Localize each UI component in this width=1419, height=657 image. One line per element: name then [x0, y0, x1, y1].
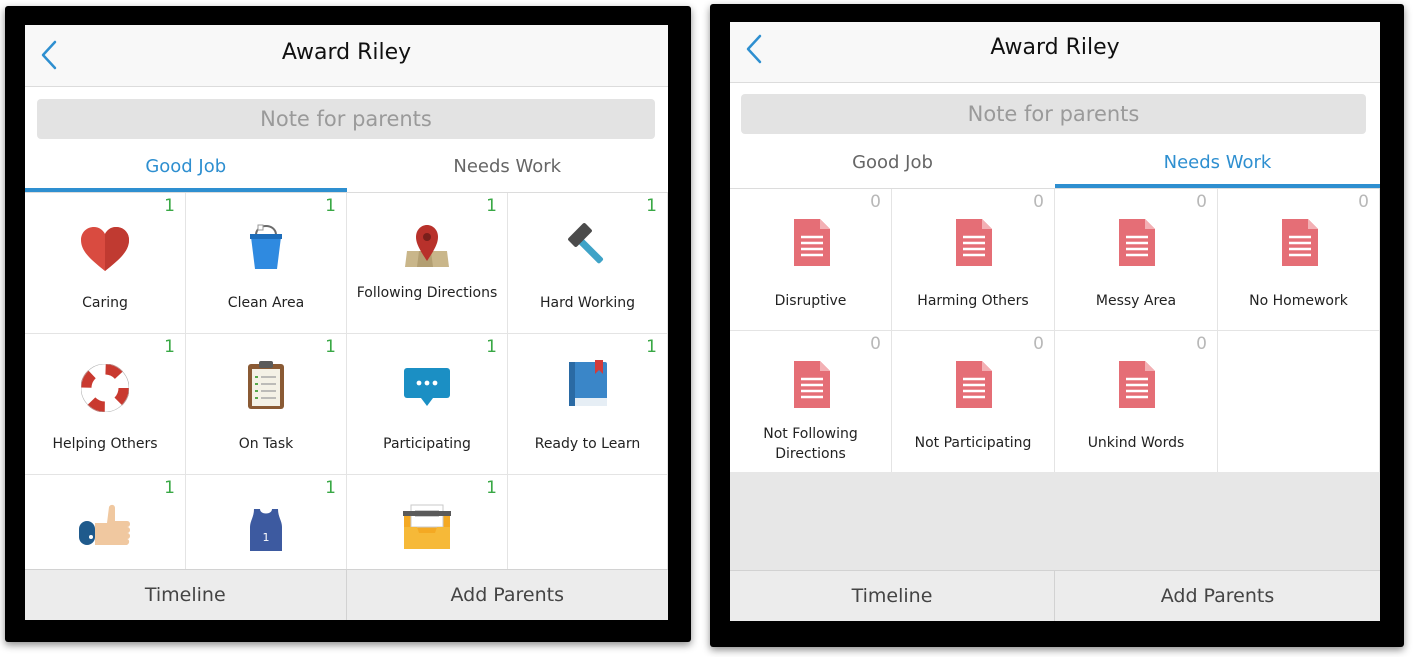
note-for-parents-input[interactable]: Note for parents	[37, 99, 655, 139]
timeline-button[interactable]: Timeline	[25, 570, 347, 620]
document-icon	[1281, 219, 1318, 266]
empty-area	[730, 472, 1380, 571]
note-for-parents-input[interactable]: Note for parents	[741, 94, 1366, 134]
behavior-tile[interactable]: 1 On Task	[186, 334, 347, 475]
behavior-count: 1	[164, 337, 175, 357]
bottom-bar: Timeline Add Parents	[730, 570, 1380, 621]
behavior-label: Helping Others	[52, 436, 158, 452]
behavior-tile[interactable]: 1 1	[186, 475, 347, 570]
bucket-icon	[250, 224, 282, 269]
behavior-count: 0	[870, 334, 881, 354]
behavior-tile[interactable]: 1 Caring	[25, 193, 186, 334]
behavior-count: 1	[164, 478, 175, 498]
behavior-count: 1	[486, 337, 497, 357]
behavior-grid: 1 Caring 1 Clean Area 1 Following Direct…	[25, 192, 668, 570]
behavior-label: Unkind Words	[1087, 435, 1185, 451]
behavior-label: Harming Others	[917, 293, 1029, 309]
behavior-tile[interactable]: 1 Following Directions	[347, 193, 508, 334]
page-title: Award Riley	[281, 40, 412, 65]
behavior-count: 1	[164, 196, 175, 216]
tab-good-job[interactable]: Good Job	[730, 149, 1055, 187]
behavior-label: Participating	[383, 436, 471, 452]
behavior-grid: 0 Disruptive 0 Harming Others 0 Messy Ar…	[730, 188, 1380, 473]
behavior-label: Disruptive	[774, 293, 847, 309]
behavior-tile[interactable]: 0 Messy Area	[1055, 189, 1218, 331]
inbox-tray-icon	[403, 504, 451, 549]
add-parents-button[interactable]: Add Parents	[1055, 571, 1380, 621]
behavior-count: 1	[646, 196, 657, 216]
timeline-button[interactable]: Timeline	[730, 571, 1055, 621]
tab-needs-work[interactable]: Needs Work	[1055, 149, 1380, 188]
life-ring-icon	[81, 364, 129, 412]
behavior-count: 1	[325, 337, 336, 357]
behavior-label: Messy Area	[1095, 293, 1177, 309]
heart-icon	[81, 227, 129, 271]
page-title: Award Riley	[990, 35, 1120, 60]
behavior-tile[interactable]: 1 Ready to Learn	[508, 334, 668, 475]
header: Award Riley	[25, 25, 668, 87]
behavior-tile[interactable]: 0 Not Participating	[892, 331, 1055, 473]
behavior-count: 0	[1033, 192, 1044, 212]
behavior-tile[interactable]: 1 Clean Area	[186, 193, 347, 334]
hammer-icon	[567, 223, 603, 264]
document-icon	[1119, 361, 1155, 408]
behavior-label: On Task	[238, 436, 294, 452]
right-screen: Award Riley Note for parents Good Job Ne…	[730, 22, 1380, 621]
behavior-count: 1	[646, 337, 657, 357]
chat-bubble-icon	[404, 368, 450, 406]
svg-text:1: 1	[263, 531, 270, 544]
document-icon	[956, 219, 992, 266]
behavior-count: 0	[1033, 334, 1044, 354]
jersey-icon: 1	[250, 509, 282, 551]
header: Award Riley	[730, 22, 1380, 83]
behavior-label: Not Following Directions	[763, 426, 858, 462]
behavior-tile[interactable]: 1 Participating	[347, 334, 508, 475]
behavior-label: Clean Area	[227, 295, 305, 311]
map-pin-icon	[405, 225, 449, 267]
behavior-label: Caring	[82, 295, 128, 311]
tab-needs-work[interactable]: Needs Work	[347, 153, 669, 191]
document-icon	[1119, 219, 1155, 266]
empty-tile	[1218, 331, 1380, 473]
tab-bar: Good Job Needs Work	[25, 153, 669, 192]
behavior-tile[interactable]: 0 Harming Others	[892, 189, 1055, 331]
behavior-tile[interactable]: 0 Unkind Words	[1055, 331, 1218, 473]
behavior-tile[interactable]: 1 Helping Others	[25, 334, 186, 475]
document-icon	[793, 361, 830, 408]
behavior-count: 1	[486, 478, 497, 498]
thumbs-up-icon	[79, 504, 130, 545]
left-screen: Award Riley Note for parents Good Job Ne…	[25, 25, 668, 620]
tab-bar: Good Job Needs Work	[730, 149, 1380, 188]
add-parents-button[interactable]: Add Parents	[347, 570, 669, 620]
clipboard-icon	[248, 361, 284, 409]
behavior-count: 1	[486, 196, 497, 216]
behavior-label: Following Directions	[356, 285, 498, 301]
behavior-label: Not Participating	[914, 435, 1032, 451]
behavior-tile[interactable]: 1 Hard Working	[508, 193, 668, 334]
behavior-count: 0	[870, 192, 881, 212]
tab-good-job[interactable]: Good Job	[25, 153, 347, 192]
behavior-count: 0	[1196, 334, 1207, 354]
behavior-label: Ready to Learn	[534, 436, 641, 452]
behavior-label: Hard Working	[539, 295, 636, 311]
behavior-tile[interactable]: 0 No Homework	[1218, 189, 1380, 331]
behavior-count: 1	[325, 196, 336, 216]
behavior-count: 1	[325, 478, 336, 498]
empty-tile	[508, 475, 668, 570]
behavior-tile[interactable]: 0 Not Following Directions	[730, 331, 892, 473]
book-icon	[568, 360, 607, 406]
behavior-tile[interactable]: 1	[347, 475, 508, 570]
bottom-bar: Timeline Add Parents	[25, 569, 668, 620]
behavior-tile[interactable]: 0 Disruptive	[730, 189, 892, 331]
behavior-label: No Homework	[1249, 293, 1348, 309]
behavior-count: 0	[1358, 192, 1369, 212]
document-icon	[793, 219, 830, 266]
behavior-tile[interactable]: 1	[25, 475, 186, 570]
document-icon	[956, 361, 992, 408]
behavior-count: 0	[1196, 192, 1207, 212]
